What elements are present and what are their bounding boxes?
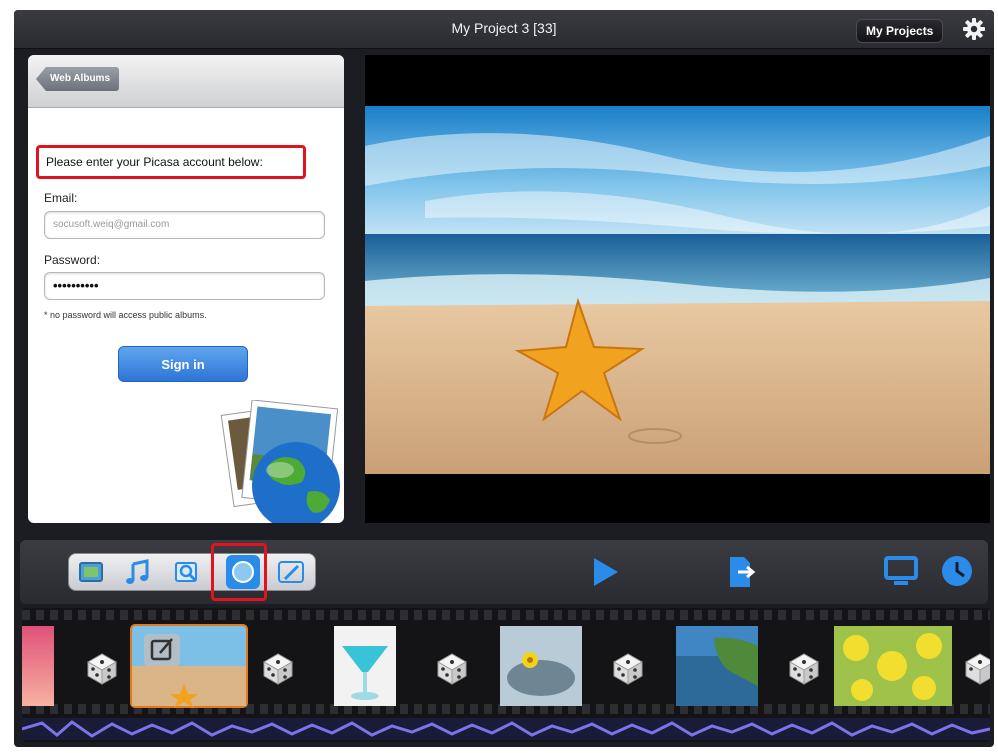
export-icon[interactable]: [726, 554, 756, 590]
picasa-login-panel: Web Albums Please enter your Picasa acco…: [28, 55, 344, 523]
dice-icon[interactable]: [260, 650, 296, 686]
my-projects-button[interactable]: My Projects: [856, 19, 944, 43]
app-window: My Project 3 [33] My Projects Web Albums…: [14, 10, 994, 747]
gear-icon[interactable]: [962, 17, 986, 41]
clock-icon[interactable]: [940, 554, 974, 588]
dice-icon[interactable]: [84, 650, 120, 686]
clip-starfish-beach[interactable]: [130, 624, 248, 708]
project-title: My Project 3 [33]: [451, 20, 557, 36]
audio-waveform[interactable]: [22, 718, 990, 740]
clip-coast-cliff[interactable]: [676, 626, 758, 706]
clip-yellow-flowers[interactable]: [834, 626, 952, 706]
photos-globe-illustration: [220, 400, 340, 523]
dice-icon[interactable]: [786, 650, 822, 686]
dice-icon[interactable]: [962, 650, 990, 686]
preview-area: [365, 55, 990, 523]
sign-in-button[interactable]: Sign in: [118, 346, 248, 382]
search-photo-icon[interactable]: [169, 554, 205, 590]
media-source-segmented-control: [68, 553, 316, 591]
monitor-icon[interactable]: [884, 556, 918, 588]
timeline: [22, 608, 990, 742]
clip-yellow-flower-stone[interactable]: [500, 626, 582, 706]
preview-image: [365, 106, 990, 474]
toolbar: [20, 540, 988, 604]
pen-icon[interactable]: [273, 554, 309, 590]
selected-tool-highlight: [211, 543, 267, 601]
play-icon[interactable]: [588, 554, 622, 590]
photo-icon[interactable]: [73, 554, 109, 590]
password-field[interactable]: ••••••••••: [44, 272, 325, 300]
email-field[interactable]: socusoft.weiq@gmail.com: [44, 211, 325, 239]
dice-icon[interactable]: [434, 650, 470, 686]
title-bar: My Project 3 [33] My Projects: [14, 10, 994, 49]
music-icon[interactable]: [121, 554, 157, 590]
dice-icon[interactable]: [610, 650, 646, 686]
password-note: * no password will access public albums.: [44, 310, 207, 320]
clip-pink-sunset[interactable]: [22, 626, 54, 706]
clip-blue-cocktail[interactable]: [334, 626, 396, 706]
password-label: Password:: [44, 253, 101, 267]
picasa-prompt: Please enter your Picasa account below:: [36, 145, 306, 179]
email-label: Email:: [44, 191, 78, 205]
film-strip-top: [22, 610, 990, 620]
web-albums-back-button[interactable]: Web Albums: [36, 67, 120, 91]
panel-header: Web Albums: [28, 55, 344, 108]
